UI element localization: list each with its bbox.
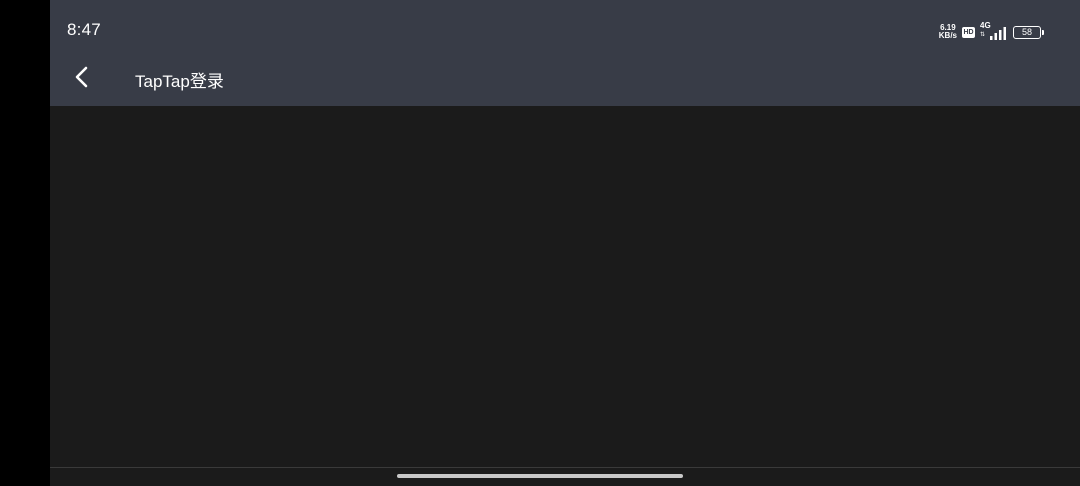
cellular-signal-icon: 4G ⇅	[980, 22, 1008, 40]
app-window: 8:47 6.19 KB/s HD 4G ⇅ 58 TapTap登录	[50, 0, 1080, 486]
status-time: 8:47	[67, 20, 101, 39]
phone-screen: 8:47 6.19 KB/s HD 4G ⇅ 58 TapTap登录	[0, 0, 1080, 486]
back-button[interactable]	[68, 63, 96, 91]
battery-icon: 58	[1013, 25, 1044, 39]
status-icons: 6.19 KB/s HD 4G ⇅ 58	[939, 22, 1044, 42]
page-title: TapTap登录	[135, 72, 224, 91]
battery-tip	[1042, 29, 1044, 35]
display-cutout	[0, 0, 50, 486]
home-indicator[interactable]	[397, 474, 683, 478]
top-bar: 8:47 6.19 KB/s HD 4G ⇅ 58 TapTap登录	[50, 0, 1080, 106]
hd-icon: HD	[962, 26, 975, 38]
chevron-left-icon	[75, 66, 88, 88]
signal-bars-icon	[990, 27, 1006, 40]
data-activity-icon: ⇅	[980, 32, 986, 38]
battery-level: 58	[1013, 25, 1041, 39]
login-webview-content	[50, 106, 1080, 467]
gesture-navigation-bar	[50, 468, 1080, 486]
network-speed: 6.19 KB/s	[939, 24, 957, 40]
network-speed-unit: KB/s	[938, 31, 957, 40]
